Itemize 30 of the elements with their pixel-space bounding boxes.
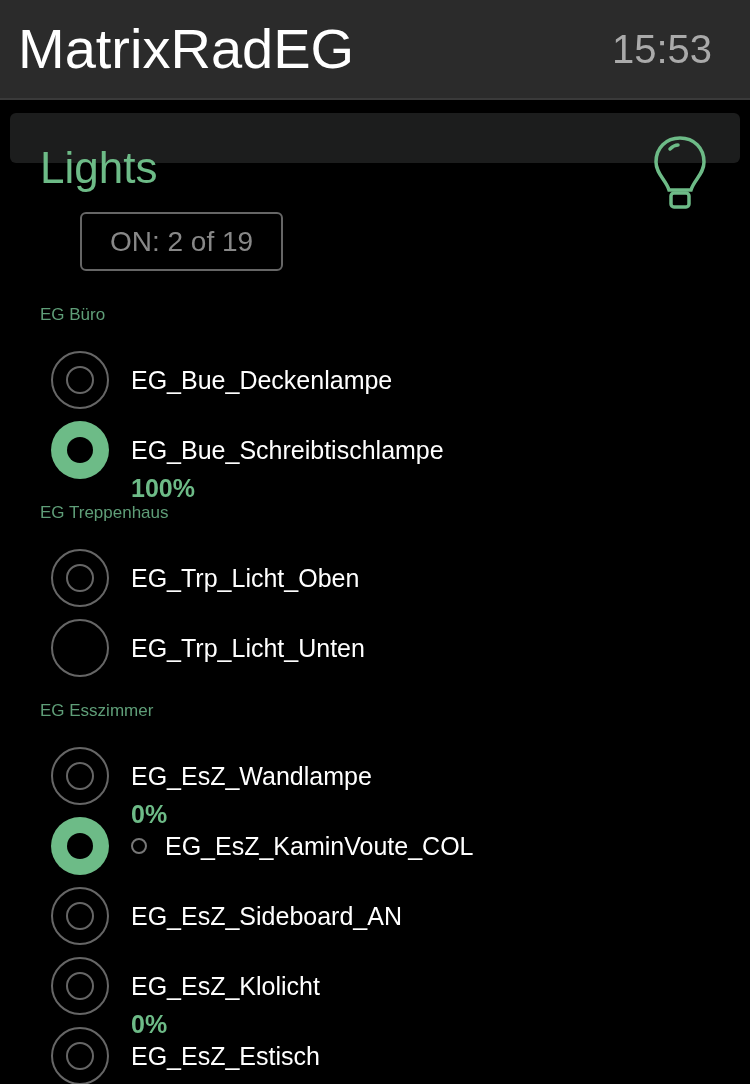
light-on-icon[interactable] bbox=[51, 421, 109, 479]
light-name[interactable]: EG_Bue_Schreibtischlampe bbox=[131, 436, 444, 464]
light-name[interactable]: EG_Trp_Licht_Oben bbox=[131, 564, 360, 592]
light-name[interactable]: EG_EsZ_Klolicht bbox=[131, 972, 320, 1000]
light-on-icon[interactable] bbox=[51, 817, 109, 875]
light-off-icon[interactable] bbox=[51, 957, 109, 1015]
on-count-badge: ON: 2 of 19 bbox=[80, 212, 283, 271]
light-off-icon[interactable] bbox=[51, 887, 109, 945]
light-name[interactable]: EG_EsZ_Sideboard_AN bbox=[131, 902, 402, 930]
light-unavailable-icon[interactable] bbox=[51, 619, 109, 677]
light-name[interactable]: EG_EsZ_Wandlampe bbox=[131, 762, 372, 790]
lightbulb-icon bbox=[654, 136, 706, 210]
panel-title: Lights bbox=[40, 142, 158, 194]
light-off-icon[interactable] bbox=[51, 351, 109, 409]
light-off-icon[interactable] bbox=[51, 747, 109, 805]
color-indicator-icon bbox=[131, 838, 147, 854]
app-title: MatrixRadEG bbox=[18, 21, 355, 77]
light-off-icon[interactable] bbox=[51, 549, 109, 607]
light-off-icon[interactable] bbox=[51, 1027, 109, 1084]
section-label: EG Treppenhaus bbox=[40, 503, 170, 523]
light-name[interactable]: EG_EsZ_Estisch bbox=[131, 1042, 320, 1070]
dim-level: 100% bbox=[131, 474, 196, 502]
dim-level: 0% bbox=[131, 1010, 169, 1038]
dim-level: 0% bbox=[131, 800, 169, 828]
light-name[interactable]: EG_Bue_Deckenlampe bbox=[131, 366, 393, 394]
section-label: EG Büro bbox=[40, 305, 107, 325]
light-name[interactable]: EG_Trp_Licht_Unten bbox=[131, 634, 365, 662]
clock-time: 15:53 bbox=[611, 29, 712, 69]
section-label: EG Esszimmer bbox=[40, 701, 155, 721]
light-name[interactable]: EG_EsZ_KaminVoute_COL bbox=[165, 832, 474, 860]
